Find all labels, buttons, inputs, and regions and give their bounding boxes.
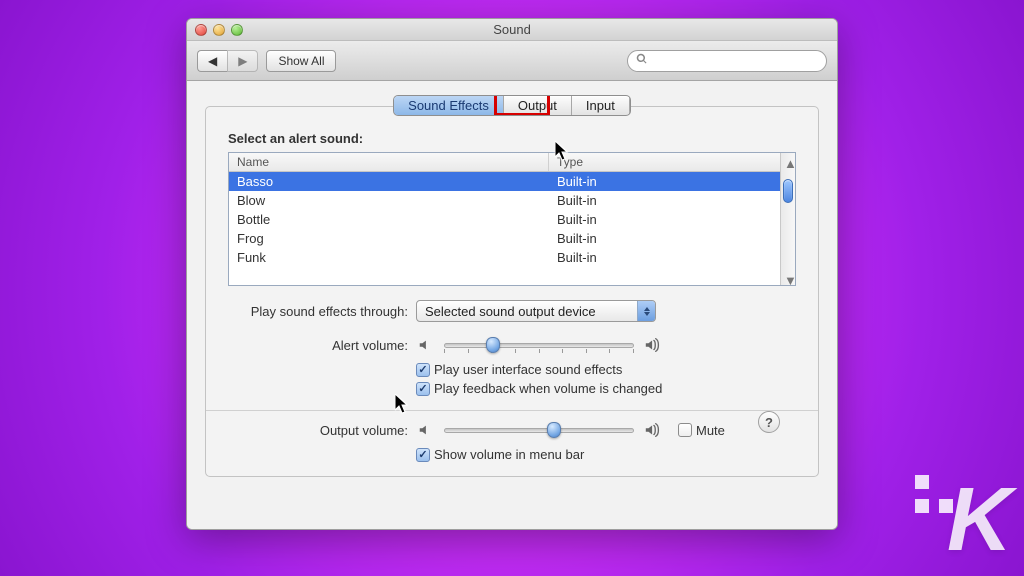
- tab-label: Input: [586, 98, 615, 113]
- search-field[interactable]: [627, 50, 827, 72]
- cell-name: Funk: [229, 248, 549, 267]
- cell-type: Built-in: [549, 229, 780, 248]
- mute-checkbox-label: Mute: [696, 423, 725, 438]
- forward-button[interactable]: ▶: [227, 50, 258, 72]
- window-titlebar: Sound: [187, 19, 837, 41]
- table-body: Basso Built-in Blow Built-in Bottle Buil…: [229, 172, 780, 285]
- table-row[interactable]: Funk Built-in: [229, 248, 780, 267]
- search-icon: [636, 53, 652, 68]
- alert-volume-slider[interactable]: [444, 336, 634, 354]
- tab-output[interactable]: Output: [504, 96, 572, 115]
- back-button[interactable]: ◀: [197, 50, 227, 72]
- feedback-checkbox-label: Play feedback when volume is changed: [434, 381, 662, 396]
- menubar-checkbox-label: Show volume in menu bar: [434, 447, 584, 462]
- alert-sounds-table: Name Type Basso Built-in Blow Built-in: [228, 152, 796, 286]
- cell-type: Built-in: [549, 210, 780, 229]
- column-header-type[interactable]: Type: [549, 153, 780, 171]
- settings-panel: Select an alert sound: Name Type Basso B…: [205, 106, 819, 477]
- mouse-cursor-icon: [395, 394, 411, 416]
- scroll-down-icon: ▼: [784, 273, 793, 282]
- chevron-right-icon: ▶: [238, 54, 247, 68]
- toolbar: ◀ ▶ Show All: [187, 41, 837, 81]
- tab-label: Output: [518, 98, 557, 113]
- cell-name: Blow: [229, 191, 549, 210]
- show-all-label: Show All: [278, 54, 324, 68]
- table-row[interactable]: Basso Built-in: [229, 172, 780, 191]
- window-title: Sound: [187, 22, 837, 37]
- separator: [206, 410, 818, 411]
- cell-type: Built-in: [549, 172, 780, 191]
- tab-group: Sound Effects Output Input: [393, 95, 631, 116]
- alert-sound-heading: Select an alert sound:: [228, 131, 796, 146]
- ui-sounds-checkbox-label: Play user interface sound effects: [434, 362, 622, 377]
- cell-name: Frog: [229, 229, 549, 248]
- table-row[interactable]: Frog Built-in: [229, 229, 780, 248]
- play-through-label: Play sound effects through:: [228, 304, 408, 319]
- tab-input[interactable]: Input: [572, 96, 630, 115]
- cell-name: Basso: [229, 172, 549, 191]
- table-row[interactable]: Blow Built-in: [229, 191, 780, 210]
- menubar-checkbox[interactable]: [416, 448, 430, 462]
- scroll-up-icon: ▲: [784, 156, 793, 165]
- table-header: Name Type: [229, 153, 780, 172]
- output-volume-label: Output volume:: [228, 423, 408, 438]
- feedback-checkbox[interactable]: [416, 382, 430, 396]
- speaker-low-icon: [416, 421, 434, 439]
- watermark-logo: K: [947, 469, 1008, 572]
- cell-type: Built-in: [549, 191, 780, 210]
- cell-type: Built-in: [549, 248, 780, 267]
- help-button[interactable]: ?: [758, 411, 780, 433]
- sound-preferences-window: Sound ◀ ▶ Show All Sound Eff: [186, 18, 838, 530]
- tab-sound-effects[interactable]: Sound Effects: [394, 96, 504, 115]
- table-scrollbar[interactable]: ▲ ▼: [780, 153, 795, 285]
- ui-sounds-checkbox[interactable]: [416, 363, 430, 377]
- watermark-dots-icon: [915, 475, 953, 513]
- tab-label: Sound Effects: [408, 98, 489, 113]
- popup-arrows-icon: [637, 301, 655, 321]
- output-volume-slider[interactable]: [444, 421, 634, 439]
- chevron-left-icon: ◀: [208, 54, 217, 68]
- speaker-low-icon: [416, 336, 434, 354]
- nav-history-segment: ◀ ▶: [197, 50, 258, 72]
- cell-name: Bottle: [229, 210, 549, 229]
- scroll-thumb[interactable]: [783, 179, 793, 203]
- tab-bar: Sound Effects Output Input: [205, 95, 819, 116]
- show-all-button[interactable]: Show All: [266, 50, 336, 72]
- mouse-cursor-icon: [555, 141, 571, 163]
- help-icon: ?: [765, 415, 773, 430]
- play-through-popup[interactable]: Selected sound output device: [416, 300, 656, 322]
- speaker-high-icon: [644, 421, 662, 439]
- table-row[interactable]: Bottle Built-in: [229, 210, 780, 229]
- search-input[interactable]: [652, 53, 818, 69]
- content: Sound Effects Output Input Select an ale…: [187, 81, 837, 529]
- mute-checkbox[interactable]: [678, 423, 692, 437]
- play-through-value: Selected sound output device: [425, 304, 637, 319]
- alert-volume-label: Alert volume:: [228, 338, 408, 353]
- column-header-name[interactable]: Name: [229, 153, 549, 171]
- speaker-high-icon: [644, 336, 662, 354]
